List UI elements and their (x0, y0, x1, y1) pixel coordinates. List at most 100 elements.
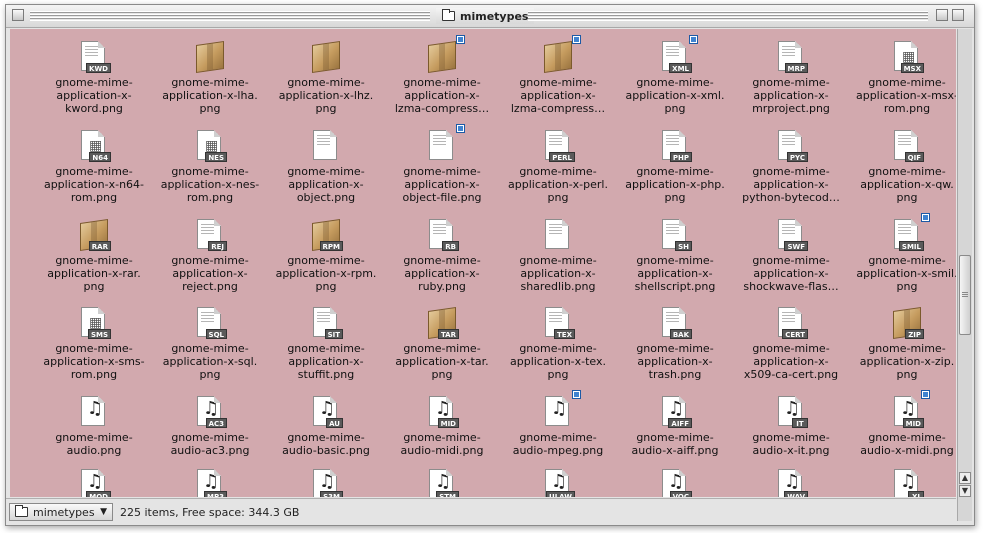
file-name-label: gnome-mime- application-x-lha. png (162, 76, 258, 115)
file-item[interactable]: ▦ N64 gnome-mime- application-x-n64- rom.p… (36, 116, 152, 204)
file-type-badge: N64 (89, 152, 111, 162)
file-item[interactable]: RB gnome-mime- application-x- ruby.png (384, 205, 500, 293)
file-item[interactable]: ♫ STM (384, 455, 500, 497)
scrollbar-thumb[interactable] (959, 255, 971, 335)
file-item[interactable]: gnome-mime- application-x- lzma-compress… (384, 29, 500, 115)
title-bar[interactable]: mimetypes (6, 5, 974, 28)
document-icon: BAK (658, 307, 692, 341)
file-name-label: gnome-mime- application-x- object-file.p… (402, 165, 482, 204)
document-lines (898, 224, 911, 236)
file-item[interactable]: TAR gnome-mime- application-x-tar. png (384, 293, 500, 381)
document-icon: SIT (309, 307, 343, 341)
file-item[interactable]: ▦ MSX gnome-mime- application-x-msx- rom.p… (849, 29, 956, 115)
file-item[interactable]: BAK gnome-mime- application-x- trash.png (617, 293, 733, 381)
file-type-badge: ULAW (546, 491, 575, 497)
scroll-down-arrow[interactable]: ▼ (959, 485, 971, 497)
file-name-label: gnome-mime- application-x- kword.png (55, 76, 133, 115)
file-item[interactable]: PYC gnome-mime- application-x- python-byt… (733, 116, 849, 204)
rom-chip-icon: ▦ N64 (77, 130, 111, 164)
music-note-icon: ♫ (900, 471, 917, 492)
file-item[interactable]: ♫ MOD (36, 455, 152, 497)
zoom-button[interactable] (936, 9, 948, 21)
close-button[interactable] (12, 9, 24, 21)
document-lines (782, 224, 795, 236)
file-item[interactable]: XML gnome-mime- application-x-xml. png (617, 29, 733, 115)
window-title: mimetypes (436, 8, 535, 24)
file-item[interactable]: ♫ AU gnome-mime- audio-basic.png (268, 382, 384, 457)
title-bar-stripes-left (30, 11, 430, 21)
file-item[interactable]: gnome-mime- application-x- sharedlib.png (500, 205, 616, 293)
path-menu-button[interactable]: mimetypes ▼ (9, 503, 113, 521)
icon-view[interactable]: KWD gnome-mime- application-x- kword.png g… (10, 29, 956, 497)
file-item[interactable]: MRP gnome-mime- application-x- mrproject.… (733, 29, 849, 115)
file-item[interactable]: ♫ gnome-mime- audio.png (36, 382, 152, 457)
file-item[interactable]: ♫ MP3 (152, 455, 268, 497)
file-item[interactable]: ♫ AC3 gnome-mime- audio-ac3.png (152, 382, 268, 457)
vertical-scrollbar[interactable]: ▲ ▼ (957, 29, 972, 521)
archive-icon (541, 35, 581, 75)
file-item[interactable]: gnome-mime- application-x-lhz. png (268, 29, 384, 115)
file-item[interactable]: gnome-mime- application-x- lzma-compress… (500, 29, 616, 115)
music-note-icon: ♫ (551, 398, 568, 419)
file-item[interactable]: SIT gnome-mime- application-x- stuffit.pn… (268, 293, 384, 381)
file-item[interactable]: ♫ IT gnome-mime- audio-x-it.png (733, 382, 849, 457)
audio-file-icon: ♫ MID (890, 390, 930, 430)
file-type-badge: AIFF (668, 418, 692, 428)
audio-file-icon: ♫ WAV (774, 469, 808, 497)
file-type-badge: MOD (86, 491, 111, 497)
document-icon: SH (658, 219, 692, 253)
file-item[interactable]: ▦ NES gnome-mime- application-x-nes- rom.p… (152, 116, 268, 204)
file-type-badge: VOC (669, 491, 692, 497)
collapse-button[interactable] (952, 9, 964, 21)
symlink-emblem-icon (921, 213, 930, 222)
file-manager-window: mimetypes KWD gnome-mime- application-x- … (5, 4, 975, 526)
file-item[interactable]: REJ gnome-mime- application-x- reject.png (152, 205, 268, 293)
symlink-emblem-icon (456, 124, 465, 133)
file-type-badge: XI (908, 491, 924, 497)
file-item[interactable]: SH gnome-mime- application-x- shellscript… (617, 205, 733, 293)
document-icon: XML (658, 35, 698, 75)
file-item[interactable]: KWD gnome-mime- application-x- kword.png (36, 29, 152, 115)
file-item[interactable]: gnome-mime- application-x- object.png (268, 116, 384, 204)
folder-icon (442, 9, 455, 21)
file-item[interactable]: SMIL gnome-mime- application-x-smil. png (849, 205, 956, 293)
file-item[interactable]: ♫ gnome-mime- audio-mpeg.png (500, 382, 616, 457)
document-icon: MRP (774, 41, 808, 75)
file-item[interactable]: TEX gnome-mime- application-x-tex. png (500, 293, 616, 381)
file-item[interactable]: ♫ ULAW (500, 455, 616, 497)
scroll-up-arrow[interactable]: ▲ (959, 472, 971, 484)
file-item[interactable]: RPM gnome-mime- application-x-rpm. png (268, 205, 384, 293)
file-item[interactable]: ♫ VOC (617, 455, 733, 497)
audio-file-icon: ♫ AC3 (193, 396, 227, 430)
file-type-badge: XML (669, 63, 692, 73)
symlink-emblem-icon (456, 35, 465, 44)
music-note-icon: ♫ (784, 398, 801, 419)
file-item[interactable]: PERL gnome-mime- application-x-perl. png (500, 116, 616, 204)
file-name-label: gnome-mime- audio-basic.png (282, 431, 370, 457)
file-item[interactable]: ZIP gnome-mime- application-x-zip. png (849, 293, 956, 381)
title-bar-stripes-right (528, 11, 928, 21)
file-type-badge: SMIL (898, 241, 924, 251)
file-item[interactable]: SWF gnome-mime- application-x- shockwave-… (733, 205, 849, 293)
file-item[interactable]: ♫ MID gnome-mime- audio-midi.png (384, 382, 500, 457)
file-type-badge: AU (326, 418, 343, 428)
file-item[interactable]: ▦ SMS gnome-mime- application-x-sms- rom.p… (36, 293, 152, 381)
file-item[interactable]: ♫ WAV (733, 455, 849, 497)
file-item[interactable]: ♫ XI (849, 455, 956, 497)
file-item[interactable]: ♫ AIFF gnome-mime- audio-x-aiff.png (617, 382, 733, 457)
file-item[interactable]: gnome-mime- application-x- object-file.p… (384, 116, 500, 204)
file-item[interactable]: RAR gnome-mime- application-x-rar. png (36, 205, 152, 293)
document-lines (433, 224, 446, 236)
path-menu-label: mimetypes (33, 505, 95, 519)
file-item[interactable]: CERT gnome-mime- application-x- x509-ca-c… (733, 293, 849, 381)
file-item[interactable]: SQL gnome-mime- application-x-sql. png (152, 293, 268, 381)
file-name-label: gnome-mime- application-x- trash.png (636, 342, 714, 381)
file-type-badge: WAV (784, 491, 808, 497)
file-item[interactable]: ♫ S3M (268, 455, 384, 497)
file-item[interactable]: PHP gnome-mime- application-x-php. png (617, 116, 733, 204)
chip-glyph: ▦ (205, 138, 219, 154)
file-item[interactable]: QIF gnome-mime- application-x-qw. png (849, 116, 956, 204)
file-name-label: gnome-mime- application-x-zip. png (859, 342, 955, 381)
file-item[interactable]: gnome-mime- application-x-lha. png (152, 29, 268, 115)
file-item[interactable]: ♫ MID gnome-mime- audio-x-midi.png (849, 382, 956, 457)
